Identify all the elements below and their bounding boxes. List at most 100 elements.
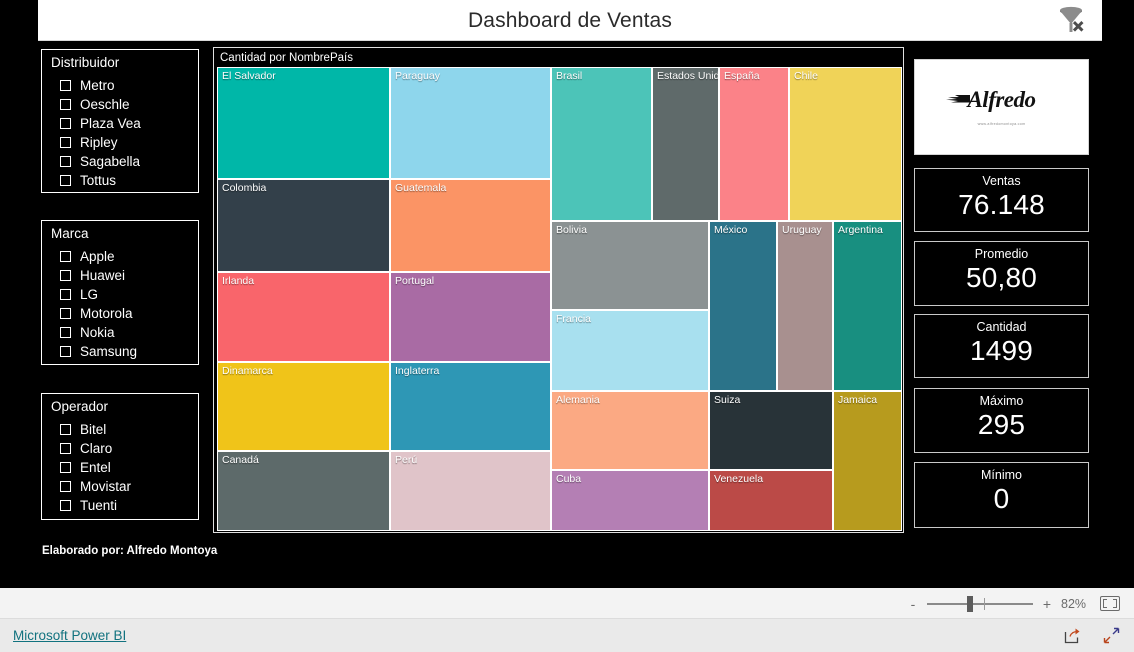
checkbox-icon[interactable]	[60, 251, 71, 262]
treemap-tile-label: Francia	[556, 312, 592, 325]
slicer-item-label: Bitel	[80, 422, 107, 437]
slicer-marca[interactable]: Marca Apple Huawei LG Motorola Nokia Sam…	[41, 220, 199, 365]
treemap-visual[interactable]: Cantidad por NombrePaís El Salvador Colom…	[213, 47, 904, 533]
slicer-item-plaza-vea[interactable]: Plaza Vea	[51, 114, 194, 133]
fit-to-page-icon[interactable]	[1100, 596, 1120, 611]
slicer-item-sagabella[interactable]: Sagabella	[51, 152, 194, 171]
checkbox-icon[interactable]	[60, 156, 71, 167]
company-logo: Alfredo www.alfredomontoya.com	[914, 59, 1089, 155]
treemap-tile[interactable]: Estados Unidos	[652, 67, 720, 221]
kpi-label: Ventas	[982, 174, 1021, 188]
kpi-value: 76.148	[958, 188, 1045, 220]
zoom-out-button[interactable]: -	[908, 596, 918, 612]
kpi-card-maximo[interactable]: Máximo 295	[914, 388, 1089, 453]
checkbox-icon[interactable]	[60, 270, 71, 281]
slicer-item-label: Metro	[80, 78, 115, 93]
slicer-item-label: Huawei	[80, 268, 126, 283]
slicer-item-nokia[interactable]: Nokia	[51, 323, 194, 342]
kpi-value: 0	[993, 482, 1010, 514]
slicer-item-apple[interactable]: Apple	[51, 247, 194, 266]
treemap-tile[interactable]: México	[709, 220, 777, 391]
microsoft-power-bi-link[interactable]: Microsoft Power BI	[13, 619, 126, 652]
checkbox-icon[interactable]	[60, 481, 71, 492]
treemap-tile[interactable]: Dinamarca	[217, 362, 391, 451]
zoom-slider[interactable]	[927, 595, 1033, 612]
slicer-item-list: Metro Oeschle Plaza Vea Ripley Sagabella…	[51, 76, 194, 190]
treemap-tile[interactable]: Alemania	[551, 390, 710, 470]
checkbox-icon[interactable]	[60, 80, 71, 91]
kpi-card-cantidad[interactable]: Cantidad 1499	[914, 314, 1089, 378]
treemap-tile[interactable]: Paraguay	[390, 67, 551, 179]
treemap-tile-label: Canadá	[222, 454, 259, 466]
checkbox-icon[interactable]	[60, 462, 71, 473]
slicer-item-label: Plaza Vea	[80, 116, 141, 131]
checkbox-icon[interactable]	[60, 346, 71, 357]
treemap-tile[interactable]: Guatemala	[390, 179, 551, 272]
logo-wordmark: Alfredo	[946, 88, 1036, 111]
zoom-in-button[interactable]: +	[1042, 596, 1052, 612]
slicer-item-label: Tottus	[80, 173, 117, 188]
treemap-tile[interactable]: Canadá	[217, 451, 391, 531]
slicer-item-lg[interactable]: LG	[51, 285, 194, 304]
treemap-tile[interactable]: Chile	[789, 67, 902, 221]
treemap-tile[interactable]: Uruguay	[776, 220, 833, 391]
checkbox-icon[interactable]	[60, 327, 71, 338]
slicer-item-motorola[interactable]: Motorola	[51, 304, 194, 323]
treemap-tile[interactable]: Colombia	[217, 179, 391, 272]
slicer-item-movistar[interactable]: Movistar	[51, 477, 194, 496]
treemap-tile[interactable]: Inglaterra	[390, 362, 551, 451]
slicer-item-bitel[interactable]: Bitel	[51, 420, 194, 439]
slicer-operador[interactable]: Operador Bitel Claro Entel Movistar Tuen…	[41, 393, 199, 520]
slicer-title: Operador	[51, 399, 109, 414]
slicer-title: Distribuidor	[51, 55, 120, 70]
kpi-label: Mínimo	[981, 468, 1022, 482]
treemap-tile[interactable]: Suiza	[709, 390, 833, 470]
checkbox-icon[interactable]	[60, 137, 71, 148]
kpi-card-ventas[interactable]: Ventas 76.148	[914, 168, 1089, 232]
checkbox-icon[interactable]	[60, 118, 71, 129]
slicer-item-metro[interactable]: Metro	[51, 76, 194, 95]
treemap-tile-label: Venezuela	[714, 472, 764, 485]
slicer-item-ripley[interactable]: Ripley	[51, 133, 194, 152]
slicer-item-huawei[interactable]: Huawei	[51, 266, 194, 285]
checkbox-icon[interactable]	[60, 424, 71, 435]
treemap-tile[interactable]: El Salvador	[217, 67, 391, 179]
checkbox-icon[interactable]	[60, 500, 71, 511]
treemap-tile[interactable]: Bolivia	[551, 220, 710, 310]
treemap-tile[interactable]: Jamaica	[832, 390, 902, 531]
treemap-tile[interactable]: Irlanda	[217, 271, 391, 362]
treemap-tile[interactable]: Cuba	[551, 469, 710, 531]
treemap-tile[interactable]: Portugal	[390, 271, 551, 362]
slicer-distribuidor[interactable]: Distribuidor Metro Oeschle Plaza Vea Rip…	[41, 49, 199, 193]
checkbox-icon[interactable]	[60, 443, 71, 454]
treemap-tile[interactable]: Perú	[390, 451, 551, 531]
slicer-item-tottus[interactable]: Tottus	[51, 171, 194, 190]
slicer-item-tuenti[interactable]: Tuenti	[51, 496, 194, 515]
slicer-item-oeschle[interactable]: Oeschle	[51, 95, 194, 114]
slicer-item-entel[interactable]: Entel	[51, 458, 194, 477]
checkbox-icon[interactable]	[60, 175, 71, 186]
slicer-item-label: Entel	[80, 460, 111, 475]
treemap-tile[interactable]: Argentina	[832, 220, 902, 391]
kpi-card-promedio[interactable]: Promedio 50,80	[914, 241, 1089, 306]
share-icon[interactable]	[1064, 627, 1081, 644]
zoom-slider-thumb[interactable]	[967, 595, 973, 612]
fullscreen-icon[interactable]	[1103, 627, 1120, 644]
treemap-tile[interactable]: Brasil	[551, 67, 653, 221]
kpi-card-minimo[interactable]: Mínimo 0	[914, 462, 1089, 528]
funnel-clear-icon[interactable]	[1050, 2, 1096, 39]
kpi-value: 1499	[969, 334, 1034, 366]
checkbox-icon[interactable]	[60, 289, 71, 300]
treemap-tile[interactable]: Francia	[551, 309, 710, 391]
treemap-tile-label: Bolivia	[556, 223, 587, 236]
report-footer: Microsoft Power BI	[0, 619, 1134, 652]
page-title: Dashboard de Ventas	[468, 9, 672, 32]
kpi-value: 50,80	[965, 261, 1038, 293]
treemap-tile[interactable]: España	[719, 67, 790, 221]
checkbox-icon[interactable]	[60, 308, 71, 319]
treemap-tile[interactable]: Venezuela	[709, 469, 833, 531]
slicer-item-claro[interactable]: Claro	[51, 439, 194, 458]
slicer-item-label: Ripley	[80, 135, 118, 150]
checkbox-icon[interactable]	[60, 99, 71, 110]
slicer-item-samsung[interactable]: Samsung	[51, 342, 194, 361]
